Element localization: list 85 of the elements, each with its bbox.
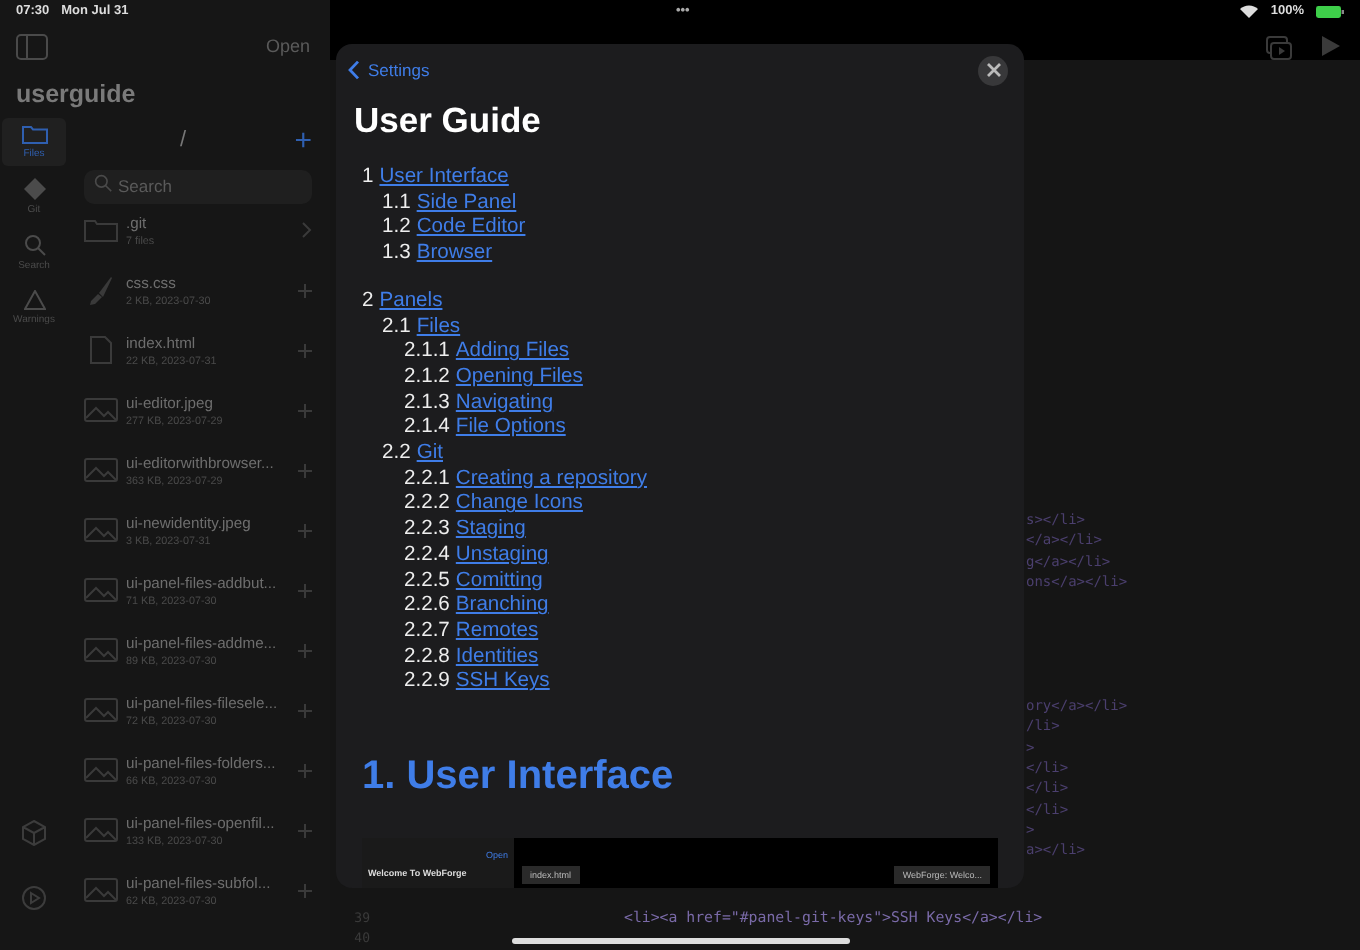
image-icon xyxy=(84,758,118,782)
toc-link[interactable]: User Interface xyxy=(379,166,509,192)
image-icon xyxy=(84,458,118,482)
toc-link[interactable]: File Options xyxy=(455,416,566,443)
warning-icon xyxy=(23,290,45,310)
toc-link[interactable]: Staging xyxy=(455,518,526,544)
toc-link[interactable]: Identities xyxy=(455,645,539,671)
guide-title: User Guide xyxy=(352,98,543,142)
toc-number: 2.2 xyxy=(382,442,411,468)
plus-icon[interactable] xyxy=(298,403,312,417)
plus-icon[interactable] xyxy=(298,343,312,357)
toc-number: 2.2.6 xyxy=(404,594,450,620)
toc-number: 2 xyxy=(362,289,374,316)
toc-link[interactable]: Change Icons xyxy=(455,492,583,519)
toc-number: 1.1 xyxy=(382,191,411,217)
search-icon xyxy=(23,234,45,256)
toc-number: 2.1 xyxy=(382,315,411,341)
plus-icon[interactable] xyxy=(298,523,312,537)
image-icon xyxy=(84,818,118,842)
toc-link[interactable]: Opening Files xyxy=(455,365,583,392)
document-icon xyxy=(84,336,118,364)
toc-link[interactable]: Branching xyxy=(455,594,549,620)
image-icon xyxy=(84,698,118,722)
toc-number: 2.2.3 xyxy=(404,518,450,544)
toc-link[interactable]: Adding Files xyxy=(455,340,570,366)
sidebar-toggle-icon[interactable] xyxy=(16,33,48,59)
section-heading: 1. User Interface xyxy=(360,752,676,801)
back-link[interactable]: Settings xyxy=(348,60,430,80)
chevron-right-icon[interactable] xyxy=(302,222,312,238)
cube-icon[interactable] xyxy=(22,820,46,846)
toc-link[interactable]: SSH Keys xyxy=(455,670,550,697)
toc-link[interactable]: Comitting xyxy=(455,569,543,595)
close-icon xyxy=(985,62,1001,78)
wifi-icon xyxy=(1240,4,1259,18)
toc-number: 2.1.3 xyxy=(404,391,450,417)
toc-link[interactable]: Panels xyxy=(379,289,443,316)
image-icon xyxy=(84,518,118,542)
plus-icon[interactable] xyxy=(298,643,312,657)
toc-number: 2.1.2 xyxy=(404,365,450,392)
toc-number: 2.2.4 xyxy=(404,543,450,570)
toc-link[interactable]: Navigating xyxy=(455,391,554,417)
toc-number: 1.2 xyxy=(382,216,411,243)
close-button[interactable] xyxy=(978,55,1008,85)
toc-link[interactable]: Files xyxy=(416,315,461,341)
project-title: userguide xyxy=(14,78,138,112)
folder-icon xyxy=(21,124,47,144)
image-icon xyxy=(84,638,118,662)
image-icon xyxy=(84,578,118,602)
folder-icon xyxy=(84,218,118,242)
image-icon xyxy=(84,878,118,902)
toc-number: 1 xyxy=(362,166,374,192)
diamond-icon xyxy=(23,178,45,200)
toc-link[interactable]: Git xyxy=(416,442,443,468)
toc-number: 2.1.1 xyxy=(404,340,450,366)
toc-number: 2.2.2 xyxy=(404,492,450,519)
play-icon[interactable] xyxy=(1322,36,1340,56)
brush-icon xyxy=(84,275,118,305)
plus-icon[interactable] xyxy=(298,703,312,717)
toc-link[interactable]: Code Editor xyxy=(416,216,526,243)
plus-icon[interactable] xyxy=(298,283,312,297)
toc-number: 2.2.9 xyxy=(404,670,450,697)
toc-number: 2.2.1 xyxy=(404,467,450,493)
toc-link[interactable]: Creating a repository xyxy=(455,467,647,493)
toc-number: 2.2.5 xyxy=(404,569,450,595)
toc-number: 2.2.7 xyxy=(404,619,450,646)
plus-icon[interactable] xyxy=(298,883,312,897)
plus-icon[interactable] xyxy=(298,823,312,837)
play-circle-icon[interactable] xyxy=(22,886,46,910)
toc-number: 2.2.8 xyxy=(404,645,450,671)
toc-link[interactable]: Side Panel xyxy=(416,191,517,217)
plus-icon[interactable] xyxy=(298,583,312,597)
toc-link[interactable]: Unstaging xyxy=(455,543,549,570)
search-field[interactable]: Search xyxy=(84,169,312,203)
chevron-left-icon xyxy=(348,60,360,80)
preview-window-icon[interactable] xyxy=(1266,36,1292,60)
toc-link[interactable]: Browser xyxy=(416,242,493,268)
add-button[interactable]: + xyxy=(294,125,312,155)
toc-number: 2.1.4 xyxy=(404,416,450,443)
toc-link[interactable]: Remotes xyxy=(455,619,539,646)
toc-number: 1.3 xyxy=(382,242,411,268)
folder-path: / xyxy=(180,128,187,152)
search-icon xyxy=(94,174,112,192)
image-icon xyxy=(84,398,118,422)
plus-icon[interactable] xyxy=(298,463,312,477)
plus-icon[interactable] xyxy=(298,763,312,777)
